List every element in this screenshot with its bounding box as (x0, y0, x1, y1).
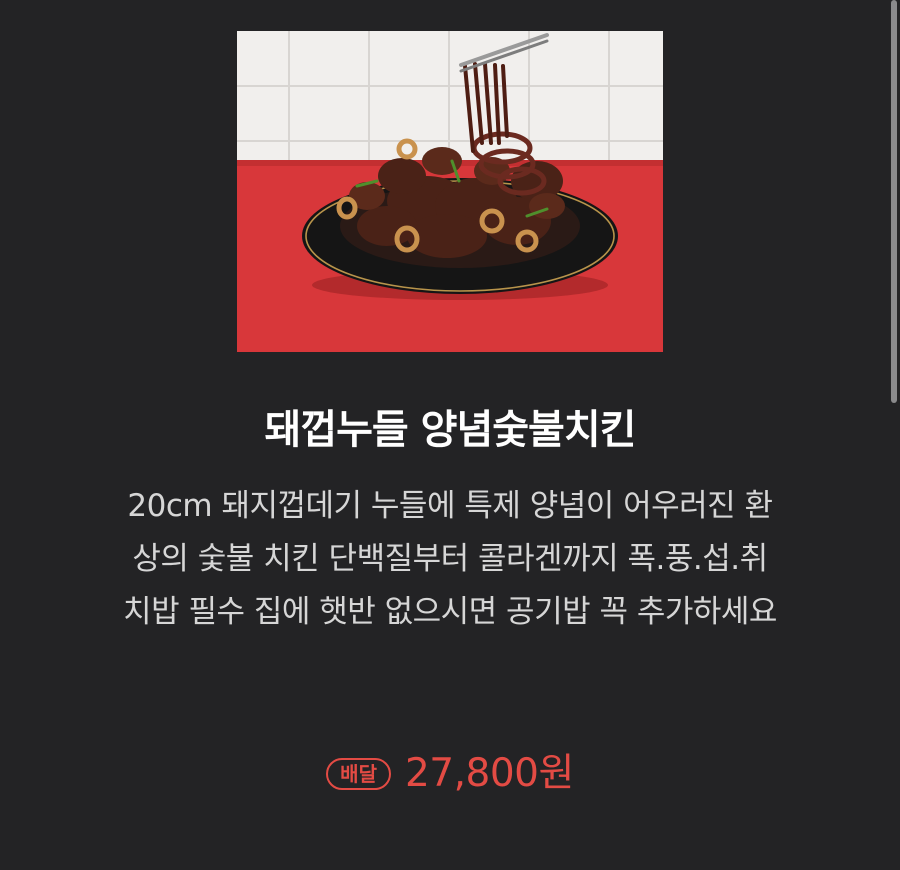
price-row: 배달 27,800원 (0, 748, 900, 800)
scrollbar[interactable] (891, 0, 897, 403)
product-detail-page: 돼껍누들 양념숯불치킨 20cm 돼지껍데기 누들에 특제 양념이 어우러진 환… (0, 0, 900, 870)
product-image (237, 31, 663, 352)
delivery-badge: 배달 (326, 758, 391, 790)
product-title: 돼껍누들 양념숯불치킨 (264, 407, 637, 453)
product-price: 27,800원 (404, 751, 574, 796)
product-description: 20cm 돼지껍데기 누들에 특제 양념이 어우러진 환상의 숯불 치킨 단백질… (123, 488, 777, 630)
